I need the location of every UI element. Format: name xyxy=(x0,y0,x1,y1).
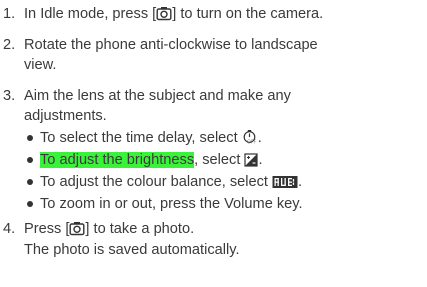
bullet-item: To select the time delay, select OFF. xyxy=(40,130,262,146)
bullet-dot xyxy=(27,201,33,207)
bullet-dot xyxy=(27,179,33,185)
bullet-dot xyxy=(27,135,33,141)
instruction-document: 1. In Idle mode, press [] to turn on the… xyxy=(0,0,427,287)
bullet-item: To adjust the brightness, select . xyxy=(40,152,263,168)
step-number: 3. xyxy=(3,88,16,104)
svg-text:OFF: OFF xyxy=(247,140,257,146)
step-number: 4. xyxy=(3,221,16,237)
white-balance-awb-icon xyxy=(272,176,298,188)
step-text: Press [] to take a photo. xyxy=(24,221,195,237)
camera-icon xyxy=(69,222,85,236)
exposure-icon xyxy=(244,153,259,167)
step-text: In Idle mode, press [] to turn on the ca… xyxy=(24,6,324,22)
bullet-dot xyxy=(27,157,33,163)
highlighted-text: To adjust the brightness xyxy=(40,152,195,168)
camera-icon xyxy=(156,7,172,21)
step-text-line: adjustments. xyxy=(24,108,107,124)
bullet-item: To adjust the colour balance, select . xyxy=(40,174,303,190)
timer-icon: OFF xyxy=(243,130,257,146)
bullet-item: To zoom in or out, press the Volume key. xyxy=(40,196,303,212)
step-text-line: The photo is saved automatically. xyxy=(24,242,240,258)
step-number: 2. xyxy=(3,37,16,53)
step-text-line: view. xyxy=(24,57,57,73)
step-number: 1. xyxy=(3,6,16,22)
step-text-line: Rotate the phone anti-clockwise to lands… xyxy=(24,37,318,53)
step-text-line: Aim the lens at the subject and make any xyxy=(24,88,291,104)
